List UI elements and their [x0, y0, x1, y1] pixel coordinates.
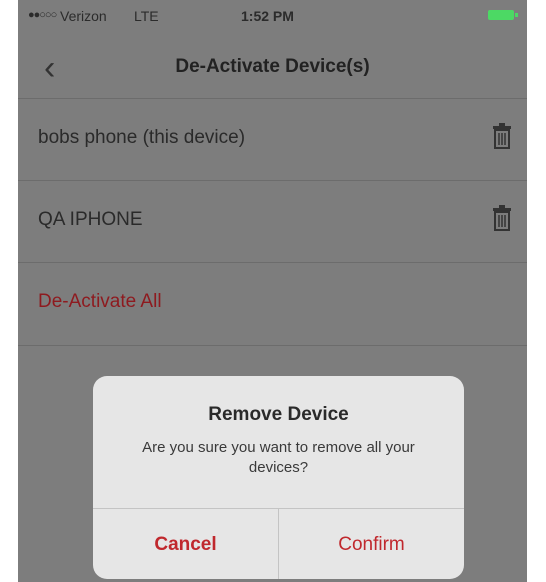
- device-row: bobs phone (this device): [18, 98, 527, 181]
- dialog-actions: Cancel Confirm: [93, 508, 464, 579]
- battery-icon: [488, 10, 514, 20]
- device-row: QA IPHONE: [18, 180, 527, 263]
- deactivate-all-label: De-Activate All: [38, 291, 162, 312]
- remove-device-dialog: Remove Device Are you sure you want to r…: [93, 376, 464, 579]
- dialog-message: Are you sure you want to remove all your…: [142, 439, 415, 476]
- trash-icon[interactable]: [493, 205, 511, 231]
- status-time: 1:52 PM: [241, 8, 294, 24]
- device-label: QA IPHONE: [38, 209, 143, 230]
- dialog-title: Remove Device: [208, 404, 349, 425]
- device-label: bobs phone (this device): [38, 127, 246, 148]
- device-screen: ●●○○○ Verizon LTE 1:52 PM ‹ De-Activate …: [18, 0, 527, 582]
- cancel-button[interactable]: Cancel: [93, 509, 279, 579]
- battery-tip: [515, 13, 518, 17]
- confirm-button[interactable]: Confirm: [279, 509, 464, 579]
- page-title: De-Activate Device(s): [175, 56, 370, 77]
- status-bar: ●●○○○ Verizon LTE 1:52 PM: [18, 0, 527, 42]
- network-type: LTE: [134, 8, 159, 24]
- navigation-bar: ‹ De-Activate Device(s): [18, 42, 527, 98]
- deactivate-all-row[interactable]: De-Activate All: [18, 262, 527, 346]
- signal-strength-icon: ●●○○○: [28, 9, 57, 21]
- carrier-name: Verizon: [60, 8, 107, 24]
- trash-icon[interactable]: [493, 123, 511, 149]
